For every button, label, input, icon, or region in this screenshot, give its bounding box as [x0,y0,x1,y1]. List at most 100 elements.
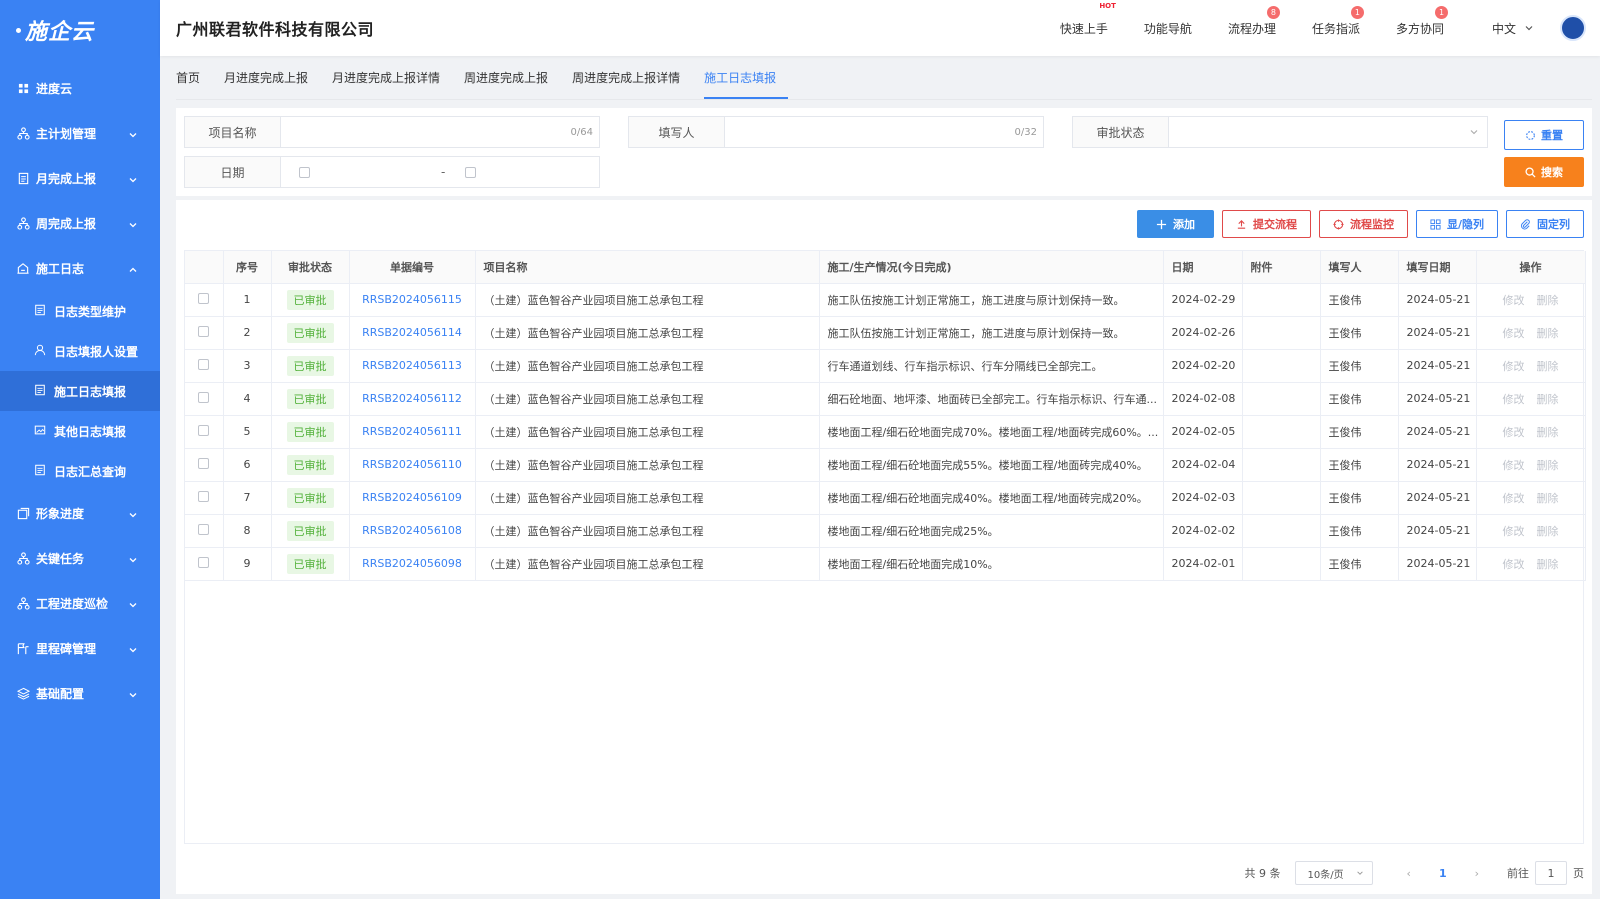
sidebar-item[interactable]: 形象进度 [0,491,160,536]
table-row[interactable]: 7 已审批 RRSB2024056109 （土建）蓝色智谷产业园项目施工总承包工程 楼地… [185,481,1586,515]
tab[interactable]: 月进度完成上报详情 [332,67,452,99]
chevron-down-icon [128,644,138,654]
writer-input[interactable]: 0/32 [725,117,1043,147]
document-code-link[interactable]: RRSB2024056115 [362,293,462,306]
delete-link[interactable]: 删除 [1537,492,1559,505]
approval-status-select[interactable] [1169,117,1487,147]
edit-link[interactable]: 修改 [1503,393,1525,406]
prev-page-icon[interactable]: ‹ [1407,867,1411,880]
edit-link[interactable]: 修改 [1503,525,1525,538]
reset-button[interactable]: 重置 [1504,120,1584,150]
sidebar-item[interactable]: 月完成上报 [0,156,160,201]
avatar[interactable] [1560,15,1586,41]
header-nav-item[interactable]: 快速上手 HOT [1060,2,1116,37]
toggle-columns-button[interactable]: 显/隐列 [1415,210,1498,238]
edit-link[interactable]: 修改 [1503,294,1525,307]
row-checkbox[interactable] [198,358,210,370]
tab[interactable]: 首页 [176,67,212,99]
table-row[interactable]: 2 已审批 RRSB2024056114 （土建）蓝色智谷产业园项目施工总承包工程 施工… [185,316,1586,350]
row-checkbox[interactable] [198,391,210,403]
fill-date-cell: 2024-05-21 [1398,415,1477,449]
sidebar-subitem[interactable]: 施工日志填报 [0,371,160,411]
edit-link[interactable]: 修改 [1503,558,1525,571]
search-button[interactable]: 搜索 [1504,157,1584,187]
delete-link[interactable]: 删除 [1537,525,1559,538]
delete-link[interactable]: 删除 [1537,459,1559,472]
date-range-input[interactable]: - [281,157,599,187]
log-icon [16,262,30,276]
delete-link[interactable]: 删除 [1537,327,1559,340]
submit-process-button[interactable]: 提交流程 [1221,210,1311,238]
table-row[interactable]: 6 已审批 RRSB2024056110 （土建）蓝色智谷产业园项目施工总承包工程 楼地… [185,448,1586,482]
row-checkbox[interactable] [198,424,210,436]
page-size-select[interactable]: 10条/页 [1294,861,1373,885]
sidebar-item[interactable]: 工程进度巡检 [0,581,160,626]
add-button[interactable]: 添加 [1136,210,1214,238]
current-page[interactable]: 1 [1439,867,1447,880]
edit-link[interactable]: 修改 [1503,360,1525,373]
table-row[interactable]: 3 已审批 RRSB2024056113 （土建）蓝色智谷产业园项目施工总承包工程 行车… [185,349,1586,383]
document-code-link[interactable]: RRSB2024056109 [362,491,462,504]
sidebar-item[interactable]: 施工日志 [0,246,160,291]
sidebar-item[interactable]: 周完成上报 [0,201,160,246]
document-code-link[interactable]: RRSB2024056098 [362,557,462,570]
row-checkbox[interactable] [198,457,210,469]
header-nav-item[interactable]: 任务指派 1 [1312,5,1364,37]
document-code-link[interactable]: RRSB2024056108 [362,524,462,537]
row-checkbox[interactable] [198,292,210,304]
document-code-link[interactable]: RRSB2024056112 [362,392,462,405]
header-nav-item[interactable]: 流程办理 8 [1228,5,1280,37]
table-row[interactable]: 5 已审批 RRSB2024056111 （土建）蓝色智谷产业园项目施工总承包工程 楼地… [185,415,1586,449]
document-code-link[interactable]: RRSB2024056114 [362,326,462,339]
sidebar-subitem[interactable]: 日志填报人设置 [0,331,160,371]
sidebar-item[interactable]: 基础配置 [0,671,160,716]
document-code-link[interactable]: RRSB2024056110 [362,458,462,471]
table-row[interactable]: 4 已审批 RRSB2024056112 （土建）蓝色智谷产业园项目施工总承包工程 细石… [185,382,1586,416]
sidebar-item[interactable]: 主计划管理 [0,111,160,156]
fix-columns-button[interactable]: 固定列 [1506,210,1584,238]
process-monitor-button[interactable]: 流程监控 [1318,210,1408,238]
edit-link[interactable]: 修改 [1503,459,1525,472]
table-row[interactable]: 9 已审批 RRSB2024056098 （土建）蓝色智谷产业园项目施工总承包工程 楼地… [185,547,1586,581]
edit-link[interactable]: 修改 [1503,492,1525,505]
row-checkbox[interactable] [198,490,210,502]
document-code-link[interactable]: RRSB2024056113 [362,359,462,372]
logo[interactable]: 施企云 [0,0,160,60]
goto-page-input[interactable]: 1 [1535,861,1567,885]
tab[interactable]: 施工日志填报 [704,67,789,99]
sidebar-item[interactable]: 里程碑管理 [0,626,160,671]
row-checkbox[interactable] [198,556,210,568]
delete-link[interactable]: 删除 [1537,294,1559,307]
chevron-down-icon [128,174,138,184]
sidebar-subitem[interactable]: 日志汇总查询 [0,451,160,491]
header-nav-item[interactable]: 功能导航 [1144,20,1192,37]
delete-link[interactable]: 删除 [1537,558,1559,571]
next-page-icon[interactable]: › [1475,867,1479,880]
edit-link[interactable]: 修改 [1503,426,1525,439]
table-row[interactable]: 1 已审批 RRSB2024056115 （土建）蓝色智谷产业园项目施工总承包工程 施工… [185,283,1586,317]
sidebar-subitem-label: 日志填报人设置 [54,344,139,359]
header-nav-item[interactable]: 多方协同 1 [1396,5,1448,37]
fill-date-cell: 2024-05-21 [1398,316,1477,350]
table-row[interactable]: 8 已审批 RRSB2024056108 （土建）蓝色智谷产业园项目施工总承包工程 楼地… [185,514,1586,548]
sidebar-subitem[interactable]: 日志类型维护 [0,291,160,331]
date-cell: 2024-02-08 [1163,382,1243,416]
status-badge: 已审批 [286,322,334,343]
tab[interactable]: 周进度完成上报 [464,67,560,99]
row-checkbox[interactable] [198,523,210,535]
sidebar-item[interactable]: 关键任务 [0,536,160,581]
fill-date-cell: 2024-05-21 [1398,382,1477,416]
sidebar-subitem[interactable]: 其他日志填报 [0,411,160,451]
tab[interactable]: 周进度完成上报详情 [572,67,692,99]
edit-link[interactable]: 修改 [1503,327,1525,340]
sidebar-item[interactable]: 进度云 [0,66,160,111]
project-name-input[interactable]: 0/64 [281,117,599,147]
tab[interactable]: 月进度完成上报 [224,67,320,99]
delete-link[interactable]: 删除 [1537,426,1559,439]
delete-link[interactable]: 删除 [1537,393,1559,406]
logo-text: 施企云 [25,20,95,45]
language-switcher[interactable]: 中文 [1492,20,1534,37]
row-checkbox[interactable] [198,325,210,337]
document-code-link[interactable]: RRSB2024056111 [362,425,462,438]
delete-link[interactable]: 删除 [1537,360,1559,373]
